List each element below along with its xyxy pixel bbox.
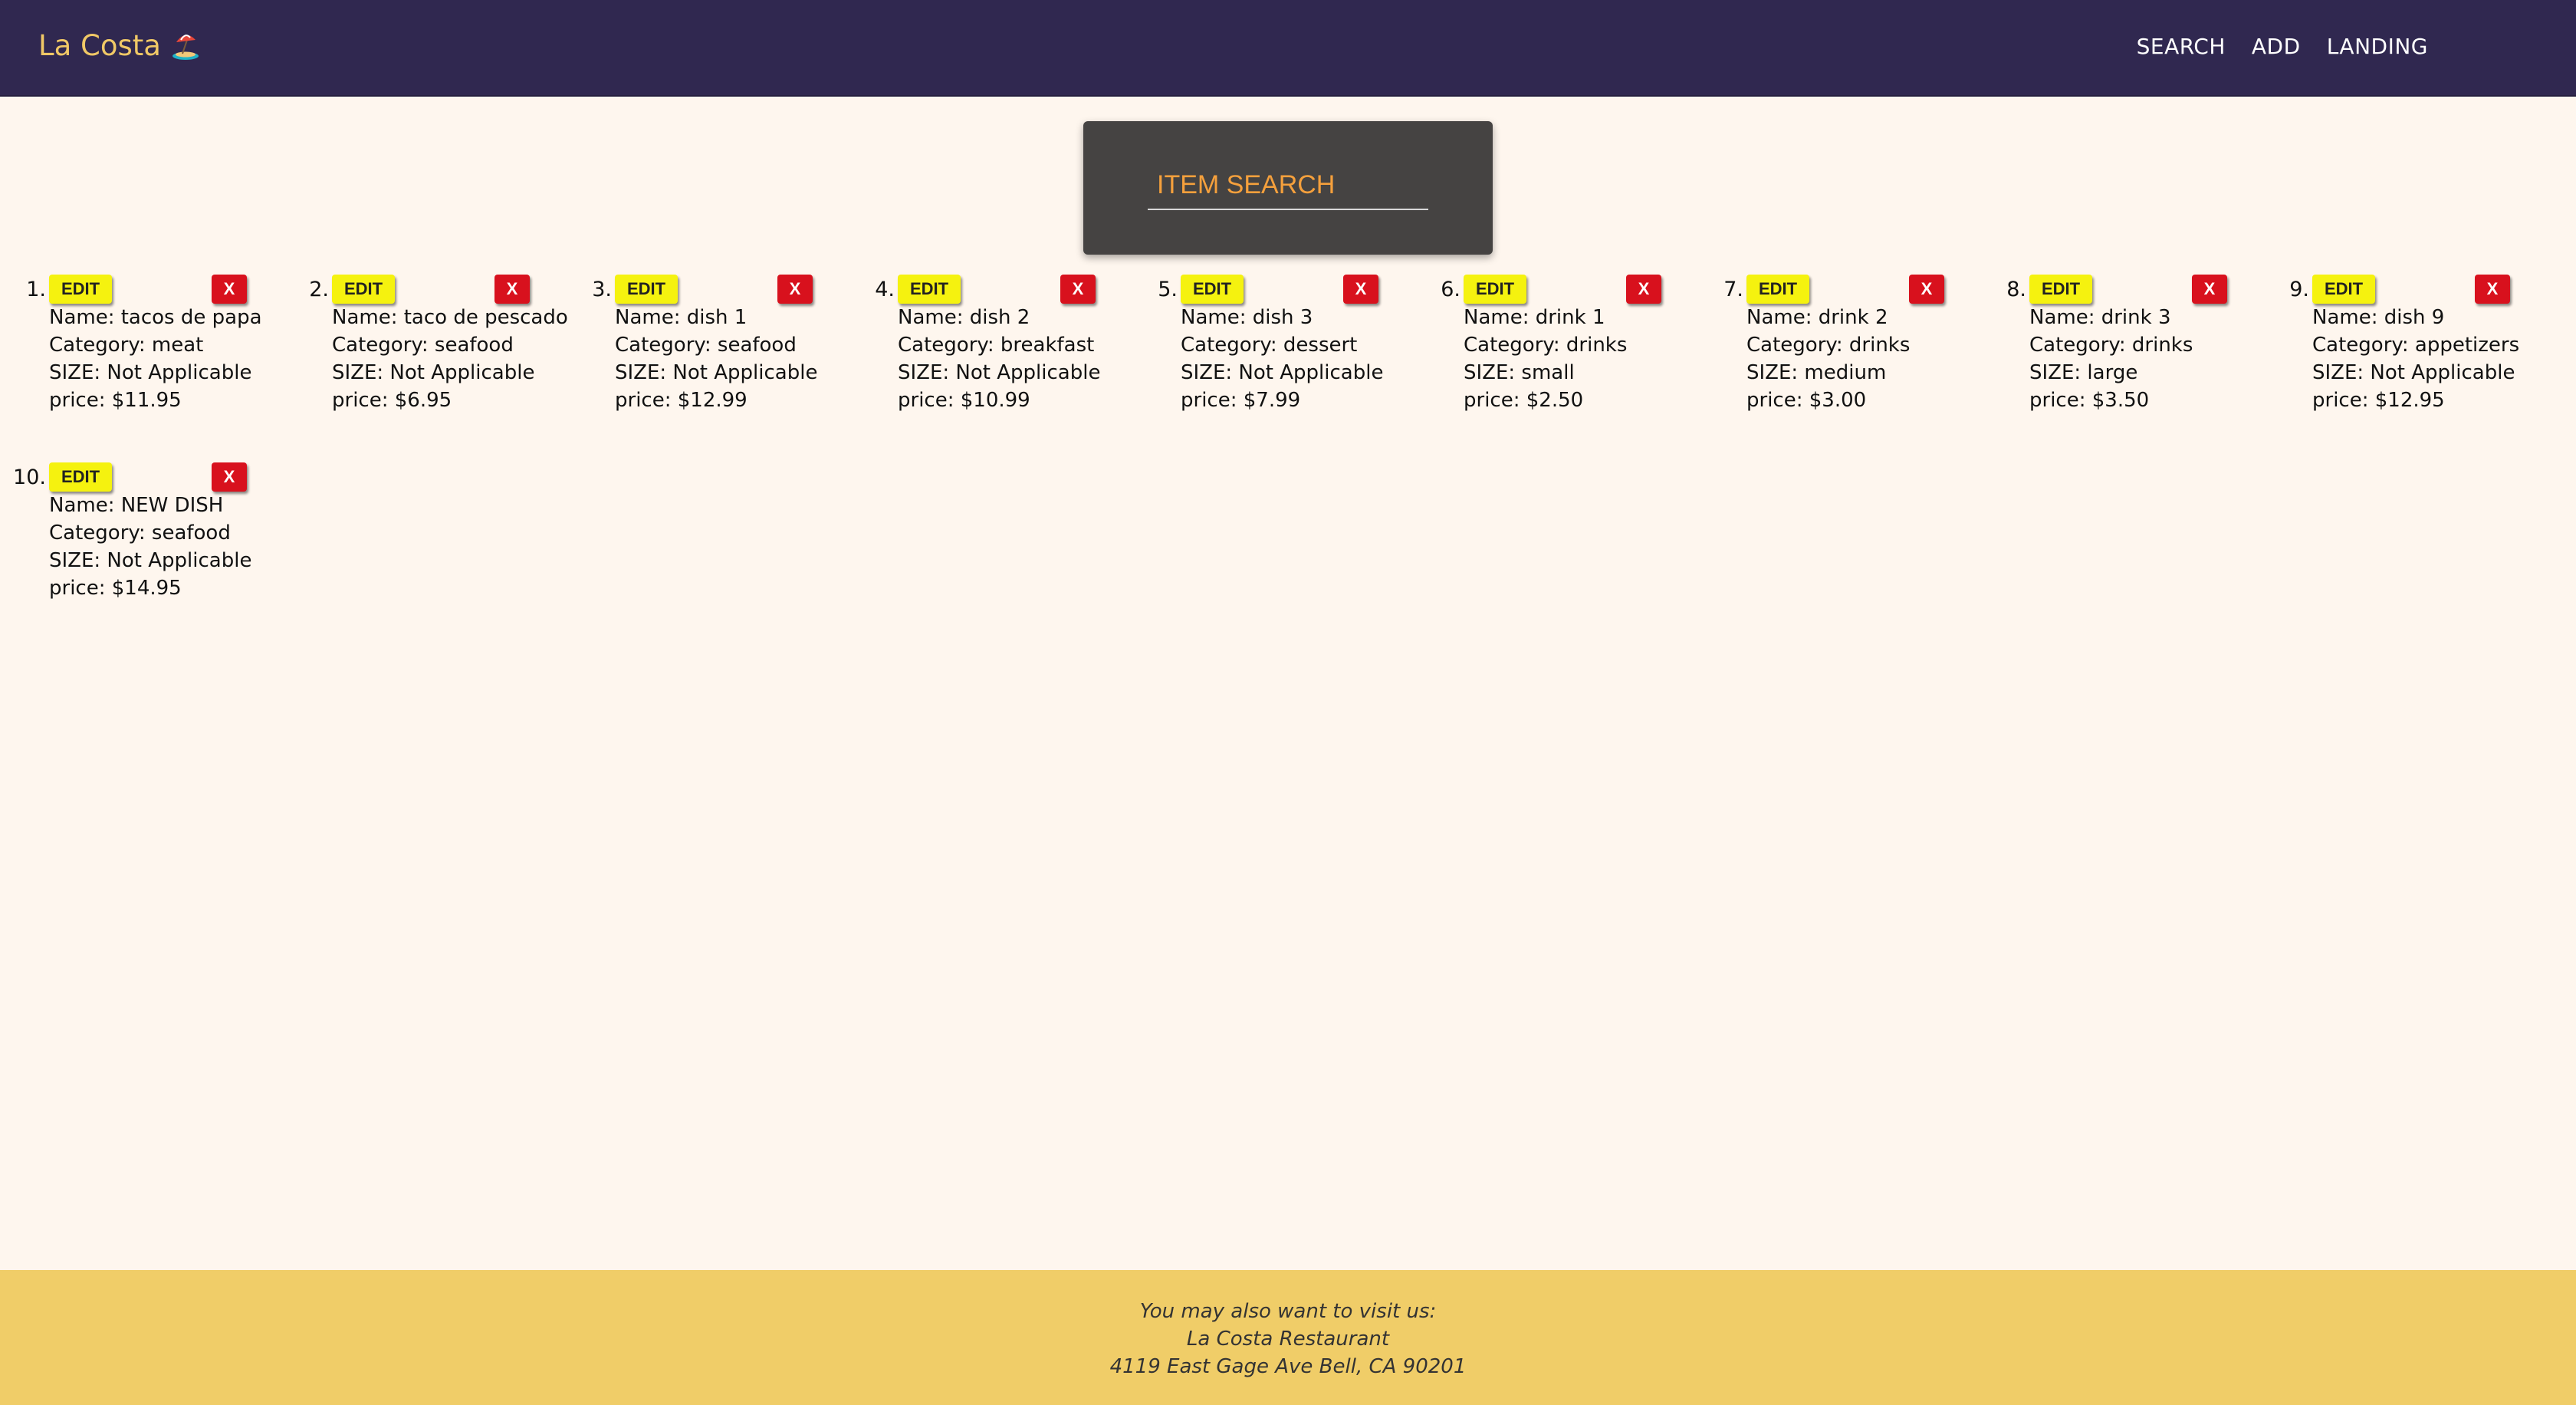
search-panel — [1083, 121, 1493, 255]
item-index: 8. — [2006, 278, 2026, 301]
delete-button[interactable]: X — [1343, 275, 1378, 304]
delete-button[interactable]: X — [1626, 275, 1661, 304]
item-index: 6. — [1441, 278, 1460, 301]
item-category: Category: drinks — [2029, 334, 2193, 357]
edit-button[interactable]: EDIT — [332, 275, 395, 304]
item-category: Category: dessert — [1181, 334, 1358, 357]
item-category: Category: drinks — [1464, 334, 1628, 357]
delete-button[interactable]: X — [495, 275, 530, 304]
item-category: Category: seafood — [49, 522, 231, 545]
item-category: Category: appetizers — [2312, 334, 2520, 357]
brand-logo[interactable]: La Costa — [38, 29, 201, 62]
list-item: 7. EDIT X Name: drink 2 Category: drinks… — [1697, 275, 1966, 451]
item-index: 2. — [309, 278, 329, 301]
item-price: price: $2.50 — [1464, 389, 1584, 412]
nav-links: SEARCH ADD LANDING — [2137, 34, 2428, 59]
item-name: Name: taco de pescado — [332, 306, 568, 329]
item-size: SIZE: Not Applicable — [1181, 361, 1384, 384]
edit-button[interactable]: EDIT — [1464, 275, 1526, 304]
item-index: 10. — [13, 466, 46, 489]
edit-button[interactable]: EDIT — [49, 275, 112, 304]
item-name: Name: tacos de papa — [49, 306, 262, 329]
item-name: Name: dish 9 — [2312, 306, 2445, 329]
navbar: La Costa SEARCH ADD LANDING — [0, 0, 2576, 97]
item-size: SIZE: Not Applicable — [332, 361, 535, 384]
footer-address: 4119 East Gage Ave Bell, CA 90201 — [1109, 1355, 1467, 1378]
item-category: Category: drinks — [1746, 334, 1911, 357]
list-item: 5. EDIT X Name: dish 3 Category: dessert… — [1132, 275, 1400, 451]
list-item: 4. EDIT X Name: dish 2 Category: breakfa… — [849, 275, 1117, 451]
nav-search-link[interactable]: SEARCH — [2137, 34, 2226, 59]
item-name: Name: dish 1 — [615, 306, 748, 329]
footer-visit-text: You may also want to visit us: — [1139, 1300, 1437, 1323]
item-price: price: $14.95 — [49, 577, 182, 600]
item-size: SIZE: Not Applicable — [49, 361, 252, 384]
beach-umbrella-icon — [170, 31, 201, 61]
item-name: Name: dish 2 — [898, 306, 1030, 329]
item-price: price: $11.95 — [49, 389, 182, 412]
item-name: Name: drink 3 — [2029, 306, 2171, 329]
list-item: 1. EDIT X Name: tacos de papa Category: … — [0, 275, 268, 451]
item-category: Category: seafood — [615, 334, 797, 357]
edit-button[interactable]: EDIT — [1746, 275, 1809, 304]
nav-landing-link[interactable]: LANDING — [2327, 34, 2428, 59]
list-item: 3. EDIT X Name: dish 1 Category: seafood… — [566, 275, 834, 451]
item-name: Name: NEW DISH — [49, 494, 224, 517]
edit-button[interactable]: EDIT — [2029, 275, 2092, 304]
item-size: SIZE: Not Applicable — [49, 549, 252, 572]
delete-button[interactable]: X — [777, 275, 813, 304]
delete-button[interactable]: X — [1060, 275, 1096, 304]
item-index: 1. — [26, 278, 46, 301]
item-search-input[interactable] — [1148, 161, 1428, 210]
item-index: 7. — [1723, 278, 1743, 301]
item-index: 5. — [1158, 278, 1178, 301]
item-index: 9. — [2289, 278, 2309, 301]
item-name: Name: drink 2 — [1746, 306, 1888, 329]
item-size: SIZE: small — [1464, 361, 1575, 384]
item-price: price: $10.99 — [898, 389, 1030, 412]
item-price: price: $12.99 — [615, 389, 748, 412]
item-category: Category: breakfast — [898, 334, 1095, 357]
delete-button[interactable]: X — [212, 462, 247, 492]
item-index: 4. — [875, 278, 895, 301]
brand-name: La Costa — [38, 29, 161, 62]
delete-button[interactable]: X — [212, 275, 247, 304]
edit-button[interactable]: EDIT — [1181, 275, 1244, 304]
item-category: Category: meat — [49, 334, 204, 357]
nav-add-link[interactable]: ADD — [2252, 34, 2301, 59]
item-price: price: $3.00 — [1746, 389, 1867, 412]
edit-button[interactable]: EDIT — [615, 275, 678, 304]
item-size: SIZE: Not Applicable — [898, 361, 1101, 384]
edit-button[interactable]: EDIT — [49, 462, 112, 492]
item-index: 3. — [592, 278, 612, 301]
item-price: price: $3.50 — [2029, 389, 2150, 412]
list-item: 6. EDIT X Name: drink 1 Category: drinks… — [1414, 275, 1683, 451]
item-size: SIZE: Not Applicable — [2312, 361, 2515, 384]
delete-button[interactable]: X — [1909, 275, 1944, 304]
item-price: price: $7.99 — [1181, 389, 1301, 412]
delete-button[interactable]: X — [2192, 275, 2227, 304]
list-item: 9. EDIT X Name: dish 9 Category: appetiz… — [2263, 275, 2532, 451]
edit-button[interactable]: EDIT — [898, 275, 961, 304]
footer: You may also want to visit us: La Costa … — [0, 1270, 2576, 1405]
edit-button[interactable]: EDIT — [2312, 275, 2375, 304]
delete-button[interactable]: X — [2475, 275, 2510, 304]
list-item: 10. EDIT X Name: NEW DISH Category: seaf… — [0, 462, 268, 639]
list-item: 8. EDIT X Name: drink 3 Category: drinks… — [1980, 275, 2249, 451]
item-price: price: $6.95 — [332, 389, 452, 412]
item-price: price: $12.95 — [2312, 389, 2445, 412]
footer-restaurant-name: La Costa Restaurant — [1186, 1328, 1390, 1351]
item-size: SIZE: Not Applicable — [615, 361, 818, 384]
list-item: 2. EDIT X Name: taco de pescado Category… — [283, 275, 568, 451]
item-size: SIZE: large — [2029, 361, 2138, 384]
item-category: Category: seafood — [332, 334, 514, 357]
item-size: SIZE: medium — [1746, 361, 1887, 384]
item-name: Name: dish 3 — [1181, 306, 1313, 329]
item-name: Name: drink 1 — [1464, 306, 1605, 329]
